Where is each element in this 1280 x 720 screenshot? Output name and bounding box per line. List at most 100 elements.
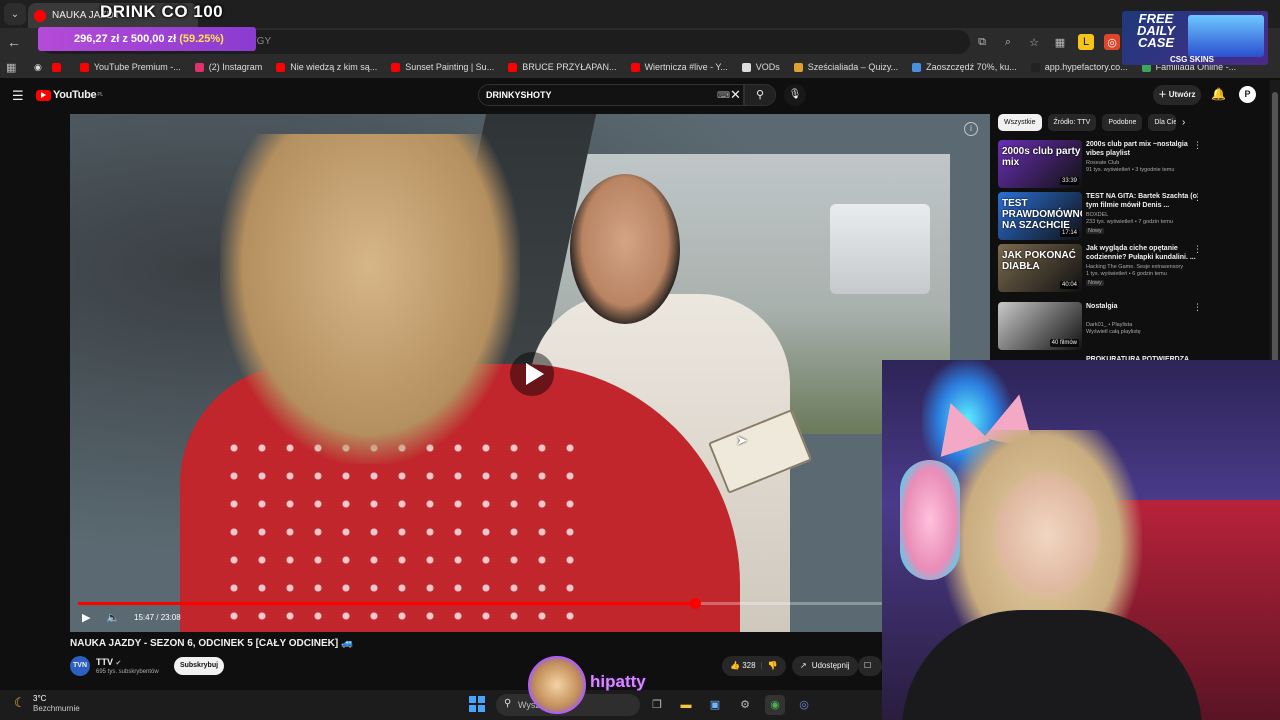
- bookmark-item[interactable]: Nie wiedzą z kim są...: [276, 62, 377, 72]
- recommendation-thumbnail[interactable]: TEST PRAWDOMÓWNOŚCI NA SZACHCIE17:14: [998, 192, 1082, 240]
- recommendation-title[interactable]: 2000s club part mix ~nostalgia vibes pla…: [1086, 140, 1198, 158]
- bookmark-chrome-icon[interactable]: ◉: [34, 62, 42, 73]
- bookmark-favicon-icon: [1030, 62, 1040, 72]
- clear-search-icon[interactable]: ✕: [730, 87, 741, 103]
- bookmark-favicon-icon: [630, 62, 640, 72]
- recommendation-item[interactable]: JAK POKONAĆ DIABŁA 40:04 Jak wygląda ciche…: [998, 244, 1208, 296]
- bookmark-label: YouTube Premium -...: [93, 62, 181, 72]
- more-options-icon[interactable]: ⋮: [1193, 192, 1202, 203]
- scrollbar-thumb[interactable]: [1272, 92, 1278, 362]
- weather-moon-icon[interactable]: ☾: [14, 695, 26, 711]
- more-options-icon[interactable]: ⋮: [1193, 302, 1202, 313]
- volume-icon[interactable]: 🔈: [106, 611, 120, 624]
- weather-temperature[interactable]: 3°C: [33, 694, 46, 703]
- channel-name-text: TTV: [96, 657, 113, 667]
- voice-search-mic-icon[interactable]: 🎙: [784, 84, 806, 106]
- bookmark-item[interactable]: Sunset Painting | Su...: [391, 62, 494, 72]
- recommendation-title[interactable]: TEST NA GITA: Bartek Szachta (o tym film…: [1086, 192, 1198, 210]
- video-scene-man-head: [570, 174, 680, 324]
- app-icon-gear[interactable]: ⚙: [735, 695, 755, 715]
- extension-red-icon[interactable]: ◎: [1104, 34, 1120, 50]
- notifications-bell-icon[interactable]: 🔔: [1211, 87, 1226, 101]
- apps-grid-icon[interactable]: ▦: [6, 61, 20, 74]
- zoom-icon[interactable]: ⌕: [1000, 34, 1016, 50]
- file-explorer-icon[interactable]: ▬: [676, 695, 696, 715]
- bookmark-item[interactable]: Zaoszczędź 70%, ku...: [912, 62, 1017, 72]
- channel-avatar[interactable]: TVN: [70, 656, 90, 676]
- windows-start-icon[interactable]: [469, 696, 485, 712]
- search-button[interactable]: ⚲: [744, 84, 776, 106]
- recommendation-title[interactable]: Nostalgia: [1086, 302, 1198, 311]
- bookmark-label: BRUCE PRZYŁAPAN...: [522, 62, 617, 72]
- more-options-icon[interactable]: ⋮: [1193, 140, 1202, 151]
- csg-ad-headline: FREE DAILY CASE: [1128, 12, 1184, 49]
- filter-chip[interactable]: Dla Ciebie: [1148, 114, 1177, 131]
- share-button[interactable]: ↗ Udostępnij: [792, 656, 858, 676]
- recommendation-thumbnail[interactable]: 40 filmów: [998, 302, 1082, 350]
- play-pause-icon[interactable]: ▶: [82, 611, 90, 624]
- task-view-icon[interactable]: ❐: [647, 695, 667, 715]
- bookmark-label: app.hypefactory.co...: [1044, 62, 1128, 72]
- save-button[interactable]: ☐: [858, 656, 882, 676]
- video-player[interactable]: ➤ i ▶ 🔈 15:47 / 23:08 ◉: [70, 114, 990, 632]
- play-icon: [525, 363, 544, 385]
- youtube-favicon-icon: [34, 9, 46, 22]
- recommendation-thumbnail[interactable]: 2000s club party mix 33:39: [998, 140, 1082, 188]
- video-duration: 40:04: [1059, 281, 1079, 289]
- cast-icon[interactable]: ⧉: [974, 34, 990, 50]
- bookmark-item[interactable]: Sześcialiada – Quizy...: [793, 62, 898, 72]
- thumbs-down-icon: 👎: [767, 661, 778, 670]
- recommendation-channel[interactable]: Hacking The Game. Sesje extrasensory: [1086, 264, 1206, 271]
- account-avatar[interactable]: P: [1239, 86, 1256, 103]
- bookmark-item[interactable]: Wiertnicza #live - Y...: [630, 62, 728, 72]
- weather-description[interactable]: Bezchmurnie: [33, 704, 80, 713]
- extensions-icon[interactable]: ▦: [1052, 34, 1068, 50]
- streamer-avatar: [528, 656, 586, 714]
- recommendation-thumbnail[interactable]: JAK POKONAĆ DIABŁA 40:04: [998, 244, 1082, 292]
- video-info-icon[interactable]: i: [964, 122, 978, 136]
- recommendation-channel[interactable]: Roseate Club: [1086, 160, 1206, 167]
- bookmark-item[interactable]: BRUCE PRZYŁAPAN...: [508, 62, 617, 72]
- dislike-button[interactable]: 👎: [768, 656, 778, 676]
- filter-chip[interactable]: Źródło: TTV: [1047, 114, 1097, 131]
- big-play-button[interactable]: [510, 352, 554, 396]
- windows-taskbar: ☾ 3°C Bezchmurnie Wysz ⚲ ❐ ▬ ▣ ⚙ ◉ ◎: [0, 690, 882, 720]
- recommendation-meta: 233 tys. wyświetleń • 7 godzin temu: [1086, 219, 1173, 225]
- search-input[interactable]: DRINKYSHOTY: [478, 84, 744, 106]
- extension-yellow-icon[interactable]: L: [1078, 34, 1094, 50]
- bookmark-star-icon[interactable]: ☆: [1026, 34, 1042, 50]
- discord-icon[interactable]: ◎: [794, 695, 814, 715]
- channel-name[interactable]: TTV ✔: [96, 657, 121, 667]
- youtube-logo[interactable]: YouTube PL: [36, 89, 103, 101]
- hamburger-menu-icon[interactable]: ☰: [12, 88, 24, 104]
- bookmark-item[interactable]: [51, 62, 66, 72]
- store-icon[interactable]: ▣: [705, 695, 725, 715]
- keyboard-icon[interactable]: ⌨: [717, 90, 730, 101]
- bookmark-item[interactable]: (2) Instagram: [194, 62, 262, 72]
- bookmark-item[interactable]: YouTube Premium -...: [79, 62, 181, 72]
- recommendation-item[interactable]: 40 filmów Nostalgia Dark01_ • Playlista Wyś…: [998, 302, 1208, 354]
- chrome-icon[interactable]: ◉: [765, 695, 785, 715]
- donation-goal-bar: 296,27 zł z 500,00 zł (59.25%): [38, 27, 256, 51]
- recommendation-item[interactable]: TEST PRAWDOMÓWNOŚCI NA SZACHCIE17:14TEST…: [998, 192, 1208, 244]
- page-scrollbar[interactable]: [1270, 80, 1280, 362]
- recommendation-title[interactable]: Jak wygląda ciche opętanie codziennie? P…: [1086, 244, 1198, 262]
- video-progress-scrubber[interactable]: [689, 598, 701, 609]
- filter-chip[interactable]: Wszystkie: [998, 114, 1042, 131]
- more-options-icon[interactable]: ⋮: [1193, 244, 1202, 255]
- bookmark-item[interactable]: app.hypefactory.co...: [1030, 62, 1128, 72]
- recommendation-item[interactable]: 2000s club party mix 33:39 2000s club part…: [998, 140, 1208, 192]
- bookmark-item[interactable]: VODs: [741, 62, 780, 72]
- chips-next-arrow-icon[interactable]: ›: [1182, 117, 1185, 128]
- thumbnail-text: 2000s club party mix: [1002, 146, 1081, 168]
- video-duration: 17:14: [1059, 229, 1079, 237]
- video-progress-bar[interactable]: [78, 598, 982, 609]
- like-button[interactable]: 👍 328: [730, 656, 756, 676]
- back-arrow-icon[interactable]: ←: [0, 34, 28, 50]
- create-button[interactable]: ＋ Utwórz: [1153, 85, 1201, 105]
- recommendation-channel[interactable]: Dark01_ • Playlista: [1086, 322, 1206, 329]
- subscribe-button[interactable]: Subskrybuj: [174, 657, 224, 675]
- tab-search-button[interactable]: ⌄: [4, 3, 26, 25]
- recommendation-channel[interactable]: BOXDEL: [1086, 212, 1206, 219]
- filter-chip[interactable]: Podobne: [1102, 114, 1143, 131]
